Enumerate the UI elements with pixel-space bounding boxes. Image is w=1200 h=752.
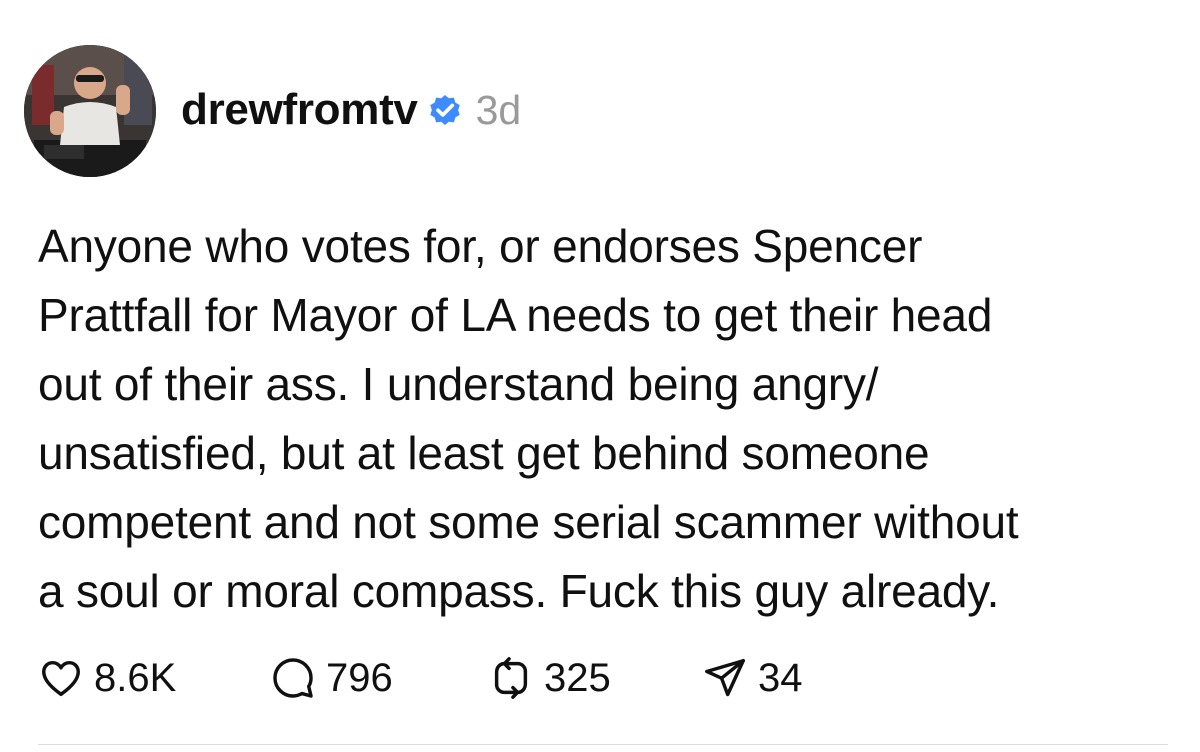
share-count: 34 [758,655,803,700]
repost-count: 325 [544,655,611,700]
avatar[interactable] [24,45,156,177]
like-button[interactable]: 8.6K [38,655,270,701]
thread-post: drewfromtv 3d Anyone who votes for, or e… [0,0,1200,752]
post-text: Anyone who votes for, or endorses Spence… [38,220,1019,617]
username[interactable]: drewfromtv [181,85,418,135]
post-actions: 8.6K 796 325 34 [38,650,803,706]
avatar-photo [24,45,156,177]
reply-count: 796 [326,655,393,700]
like-count: 8.6K [94,655,177,700]
post-header: drewfromtv 3d [181,80,521,140]
repost-button[interactable]: 325 [488,655,702,701]
repost-icon [488,655,534,701]
send-icon [702,655,748,701]
post-timestamp: 3d [475,86,522,133]
heart-icon [38,655,84,701]
reply-button[interactable]: 796 [270,655,488,701]
verified-badge-icon [426,91,464,129]
share-button[interactable]: 34 [702,655,803,701]
divider [38,744,1168,745]
speech-bubble-icon [270,655,316,701]
